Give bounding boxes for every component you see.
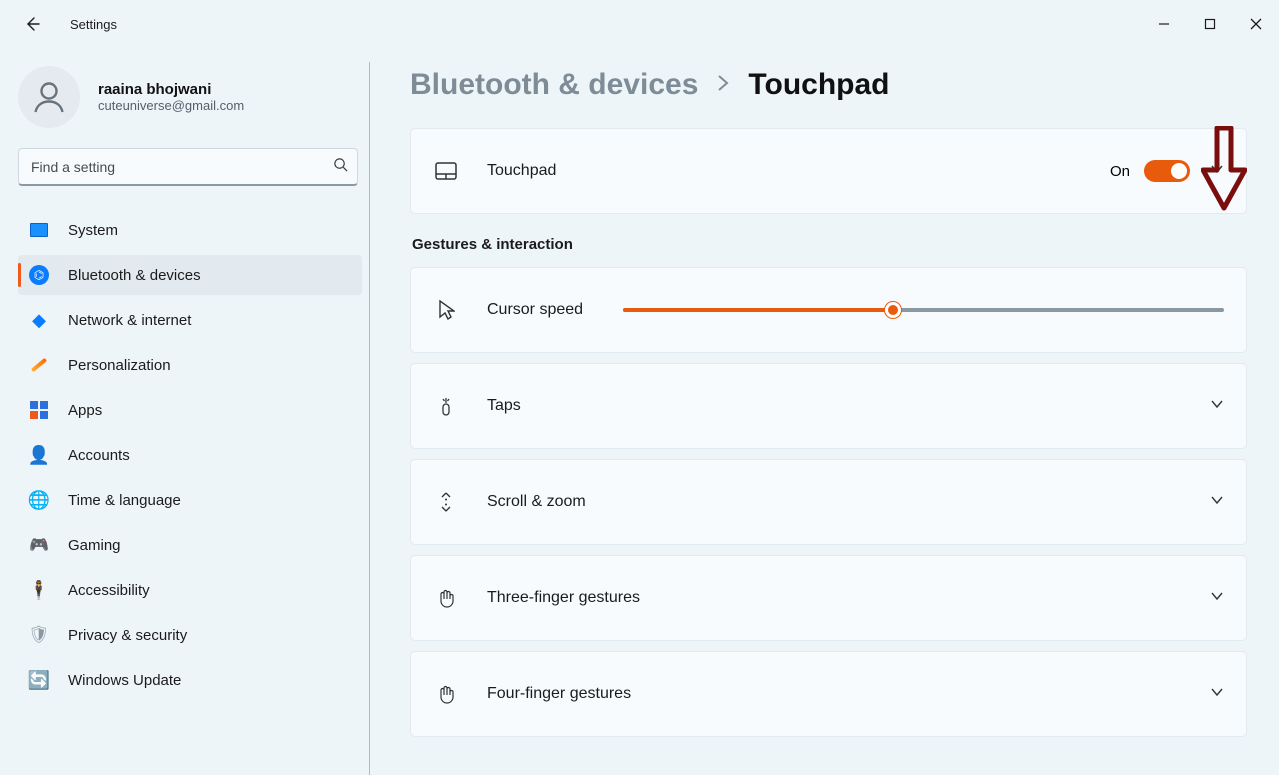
nav-label: Privacy & security bbox=[68, 627, 187, 644]
chevron-down-icon bbox=[1210, 493, 1224, 512]
nav-label: Personalization bbox=[68, 357, 171, 374]
brush-icon bbox=[28, 354, 50, 376]
maximize-button[interactable] bbox=[1187, 0, 1233, 48]
breadcrumb: Bluetooth & devices Touchpad bbox=[410, 68, 1247, 102]
search-icon bbox=[333, 157, 348, 177]
scroll-zoom-card: Scroll & zoom bbox=[410, 459, 1247, 545]
nav-label: Time & language bbox=[68, 492, 181, 509]
shield-icon: 🛡 bbox=[28, 624, 50, 646]
wifi-icon: ◆ bbox=[28, 309, 50, 331]
cursor-speed-row: Cursor speed bbox=[411, 268, 1246, 352]
four-finger-row[interactable]: Four-finger gestures bbox=[411, 652, 1246, 736]
nav-item-personalization[interactable]: Personalization bbox=[18, 345, 362, 385]
sidebar: raaina bhojwani cuteuniverse@gmail.com S… bbox=[0, 48, 370, 775]
touchpad-icon bbox=[433, 162, 459, 180]
nav-item-system[interactable]: System bbox=[18, 210, 362, 250]
monitor-icon bbox=[28, 219, 50, 241]
nav-label: Windows Update bbox=[68, 672, 181, 689]
nav-item-apps[interactable]: Apps bbox=[18, 390, 362, 430]
nav-item-time[interactable]: 🌐 Time & language bbox=[18, 480, 362, 520]
chevron-down-icon[interactable] bbox=[1210, 162, 1224, 181]
chevron-down-icon bbox=[1210, 397, 1224, 416]
accessibility-icon: 🕴 bbox=[28, 579, 50, 601]
user-name: raaina bhojwani bbox=[98, 81, 244, 98]
nav-item-accessibility[interactable]: 🕴 Accessibility bbox=[18, 570, 362, 610]
taps-label: Taps bbox=[487, 397, 521, 415]
touchpad-toggle-card: Touchpad On bbox=[410, 128, 1247, 214]
nav-item-gaming[interactable]: 🎮 Gaming bbox=[18, 525, 362, 565]
touchpad-toggle[interactable] bbox=[1144, 160, 1190, 182]
titlebar: Settings bbox=[0, 0, 1279, 48]
user-block[interactable]: raaina bhojwani cuteuniverse@gmail.com bbox=[18, 66, 370, 128]
nav-item-accounts[interactable]: 👤 Accounts bbox=[18, 435, 362, 475]
three-finger-row[interactable]: Three-finger gestures bbox=[411, 556, 1246, 640]
person-icon: 👤 bbox=[28, 444, 50, 466]
app-title: Settings bbox=[70, 17, 117, 32]
page-title: Touchpad bbox=[748, 68, 889, 102]
nav-label: Apps bbox=[68, 402, 102, 419]
touchpad-label: Touchpad bbox=[487, 162, 556, 180]
gamepad-icon: 🎮 bbox=[28, 534, 50, 556]
cursor-speed-card: Cursor speed bbox=[410, 267, 1247, 353]
scroll-icon bbox=[433, 491, 459, 513]
update-icon: 🔄 bbox=[28, 669, 50, 691]
nav-item-update[interactable]: 🔄 Windows Update bbox=[18, 660, 362, 700]
nav-label: Bluetooth & devices bbox=[68, 267, 201, 284]
nav-item-network[interactable]: ◆ Network & internet bbox=[18, 300, 362, 340]
apps-icon bbox=[28, 399, 50, 421]
tap-icon bbox=[433, 395, 459, 417]
nav-label: Network & internet bbox=[68, 312, 191, 329]
nav-item-privacy[interactable]: 🛡 Privacy & security bbox=[18, 615, 362, 655]
chevron-down-icon bbox=[1210, 589, 1224, 608]
nav-item-bluetooth[interactable]: ⌬ Bluetooth & devices bbox=[18, 255, 362, 295]
content-area: Bluetooth & devices Touchpad Touchpad On… bbox=[370, 48, 1279, 775]
globe-clock-icon: 🌐 bbox=[28, 489, 50, 511]
hand-icon bbox=[433, 683, 459, 705]
nav-label: Accessibility bbox=[68, 582, 150, 599]
four-finger-label: Four-finger gestures bbox=[487, 685, 631, 703]
bluetooth-icon: ⌬ bbox=[28, 264, 50, 286]
three-finger-label: Three-finger gestures bbox=[487, 589, 640, 607]
cursor-speed-slider[interactable] bbox=[623, 308, 1224, 312]
taps-card: Taps bbox=[410, 363, 1247, 449]
chevron-right-icon bbox=[716, 74, 730, 97]
hand-icon bbox=[433, 587, 459, 609]
search-wrap bbox=[18, 148, 358, 186]
nav-list: System ⌬ Bluetooth & devices ◆ Network & i… bbox=[18, 210, 370, 700]
nav-label: System bbox=[68, 222, 118, 239]
avatar bbox=[18, 66, 80, 128]
back-button[interactable] bbox=[18, 10, 46, 38]
taps-row[interactable]: Taps bbox=[411, 364, 1246, 448]
close-button[interactable] bbox=[1233, 0, 1279, 48]
cursor-speed-label: Cursor speed bbox=[487, 301, 583, 319]
four-finger-card: Four-finger gestures bbox=[410, 651, 1247, 737]
nav-label: Gaming bbox=[68, 537, 121, 554]
breadcrumb-parent[interactable]: Bluetooth & devices bbox=[410, 68, 698, 102]
three-finger-card: Three-finger gestures bbox=[410, 555, 1247, 641]
search-input[interactable] bbox=[18, 148, 358, 186]
minimize-button[interactable] bbox=[1141, 0, 1187, 48]
user-email: cuteuniverse@gmail.com bbox=[98, 98, 244, 113]
scroll-zoom-row[interactable]: Scroll & zoom bbox=[411, 460, 1246, 544]
cursor-icon bbox=[433, 299, 459, 321]
touchpad-toggle-row[interactable]: Touchpad On bbox=[411, 129, 1246, 213]
chevron-down-icon bbox=[1210, 685, 1224, 704]
section-heading-gestures: Gestures & interaction bbox=[412, 236, 1247, 253]
scroll-zoom-label: Scroll & zoom bbox=[487, 493, 586, 511]
window-controls bbox=[1141, 0, 1279, 48]
nav-label: Accounts bbox=[68, 447, 130, 464]
toggle-state-text: On bbox=[1110, 163, 1130, 180]
